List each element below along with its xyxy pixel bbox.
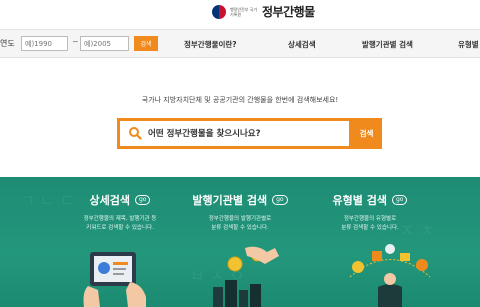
go-badge[interactable]: go <box>135 195 151 205</box>
top-navigation-bar: 연도 ~ 검색 정부간행물이란? 상세검색 발행기관별 검색 유형별 <box>0 29 480 58</box>
feature-description: 정부간행물의 유형별로 분류 검색할 수 있습니다. <box>341 216 399 231</box>
main-search-box: 어떤 정부간행물을 찾으시나요? 검색 <box>117 118 382 149</box>
feature-panel: ㄱ ㄴ ㄷ ㅂ ㅅ ㅇ ㅈ ㅊ 상세검색 go 정부간행물의 제목, 발행기관 … <box>0 177 480 307</box>
search-placeholder: 어떤 정부간행물을 찾으시나요? <box>148 129 261 139</box>
year-label: 연도 <box>0 39 15 48</box>
year-search-button[interactable]: 검색 <box>134 36 158 51</box>
nav-detailed-search[interactable]: 상세검색 <box>288 39 316 50</box>
go-badge[interactable]: go <box>391 195 408 205</box>
national-emblem-icon <box>212 4 226 19</box>
year-to-input[interactable] <box>80 36 129 51</box>
nav-agency-search[interactable]: 발행기관별 검색 <box>362 39 413 50</box>
search-input[interactable]: 어떤 정부간행물을 찾으시나요? <box>120 121 349 146</box>
feature-title: 발행기관별 검색 go <box>192 192 288 208</box>
year-range-separator: ~ <box>72 37 79 46</box>
year-from-input[interactable] <box>21 36 68 51</box>
feature-type-search[interactable]: 유형별 검색 go 정부간행물의 유형별로 분류 검색할 수 있습니다. <box>295 177 445 233</box>
main-search-section: 국가나 지방자치단체 및 공공기관의 간행물을 한번에 검색해보세요! 어떤 정… <box>0 58 480 177</box>
site-title: 정부간행물 <box>262 5 315 19</box>
feature-description: 정부간행물의 발행기관별로 분류 검색할 수 있습니다. <box>208 216 272 231</box>
search-icon <box>129 127 142 140</box>
nav-about[interactable]: 정부간행물이란? <box>184 39 237 50</box>
site-header: 행정안전부 국가기록원 정부간행물 <box>0 0 480 26</box>
feature-title: 유형별 검색 go <box>333 192 408 208</box>
category-icons-illustration <box>349 244 431 307</box>
site-logo[interactable]: 행정안전부 국가기록원 정부간행물 <box>212 3 315 20</box>
nav-type-search[interactable]: 유형별 <box>458 39 479 50</box>
feature-agency-search[interactable]: 발행기관별 검색 go 정부간행물의 발행기관별로 분류 검색할 수 있습니다. <box>165 177 315 233</box>
feature-title: 상세검색 go <box>90 192 151 208</box>
tablet-hand-illustration <box>83 252 146 307</box>
search-button[interactable]: 검색 <box>351 118 382 149</box>
city-coins-illustration <box>213 246 279 307</box>
logo-subtitle: 행정안전부 국가기록원 <box>230 6 258 17</box>
go-badge[interactable]: go <box>272 195 288 205</box>
search-tagline: 국가나 지방자치단체 및 공공기관의 간행물을 한번에 검색해보세요! <box>141 96 339 104</box>
